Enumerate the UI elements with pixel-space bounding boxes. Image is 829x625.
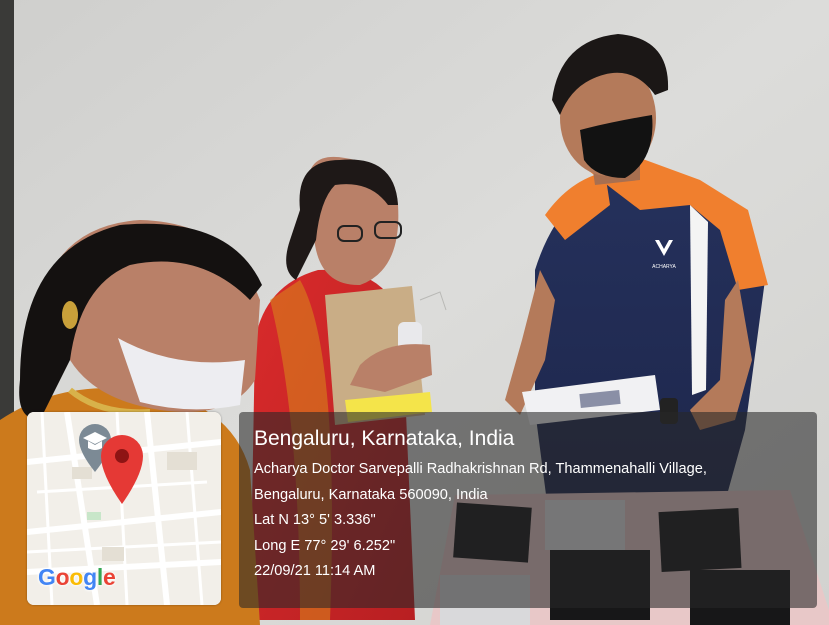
- google-letter: o: [55, 564, 70, 590]
- google-letter: g: [83, 564, 97, 590]
- datetime: 22/09/21 11:14 AM: [254, 563, 376, 579]
- location-title: Bengaluru, Karnataka, India: [254, 427, 515, 450]
- google-letter: o: [69, 564, 84, 590]
- longitude: Long E 77° 29' 6.252": [254, 537, 396, 554]
- google-letter: G: [38, 564, 56, 590]
- geotag-overlay: Bengaluru, Karnataka, India Acharya Doct…: [239, 412, 817, 608]
- location-map-thumbnail: Google: [27, 412, 221, 605]
- address-line-1: Acharya Doctor Sarvepalli Radhakrishnan …: [254, 461, 707, 477]
- latitude: Lat N 13° 5' 3.336": [254, 512, 376, 528]
- address-line-2: Bengaluru, Karnataka 560090, India: [254, 486, 488, 503]
- map-pin-icon: [101, 435, 143, 504]
- google-letter: e: [102, 564, 116, 590]
- google-logo: Google: [38, 564, 116, 591]
- svg-text:ACHARYA: ACHARYA: [652, 264, 676, 270]
